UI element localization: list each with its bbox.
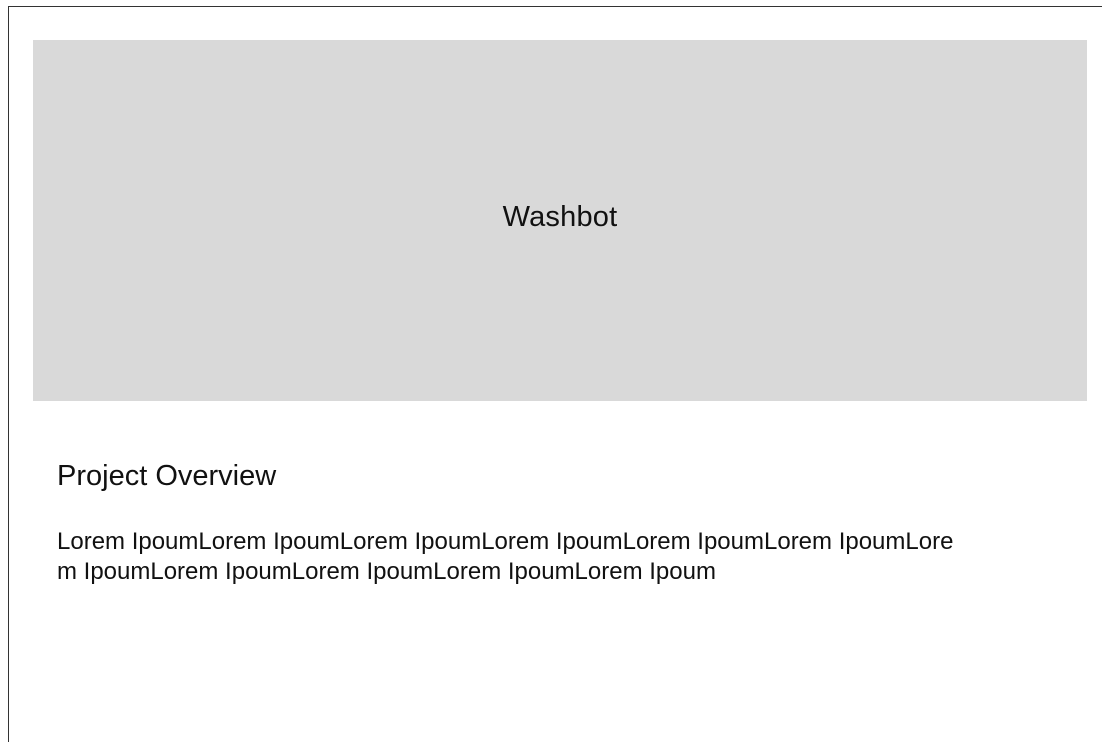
section-description: Lorem IpoumLorem IpoumLorem IpoumLorem I… <box>57 528 954 585</box>
section-title: Project Overview <box>57 460 277 492</box>
hero-banner: Washbot <box>33 40 1087 401</box>
page-frame: Washbot Project Overview Lorem IpoumLore… <box>8 6 1102 742</box>
hero-title: Washbot <box>502 201 618 233</box>
project-overview-section: Project Overview Lorem IpoumLorem IpoumL… <box>57 459 957 587</box>
